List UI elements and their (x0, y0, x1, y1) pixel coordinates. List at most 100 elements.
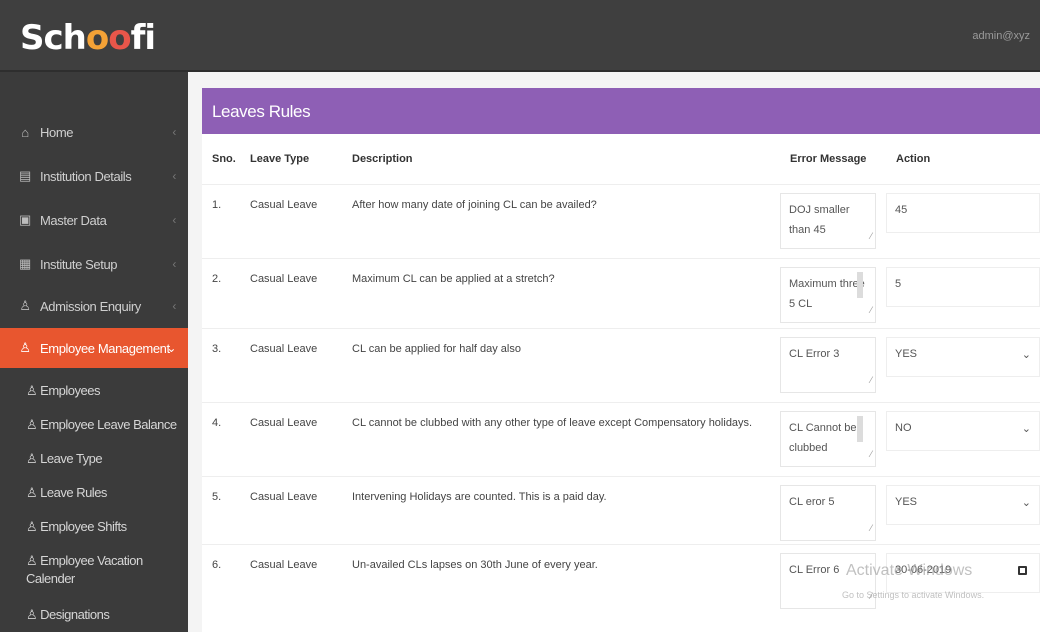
leave-type-cell: Casual Leave (240, 257, 342, 328)
user-icon: ♙ (26, 417, 38, 432)
panel-title: Leaves Rules (202, 88, 1040, 134)
description-cell: CL cannot be clubbed with any other type… (342, 401, 780, 476)
leave-type-cell: Casual Leave (240, 475, 342, 544)
column-header: Action (896, 152, 931, 165)
leave-type-cell: Casual Leave (240, 543, 342, 624)
sidebar-item-home[interactable]: ⌂ Home ‹ (0, 112, 188, 152)
chevron-down-icon: ⌄ (1021, 496, 1031, 509)
sidebar-item-institution-details[interactable]: ▤ Institution Details ‹ (0, 156, 188, 196)
action-value: 45 (895, 203, 908, 216)
leave-rules-panel: Leaves Rules Sno. Leave Type Description Er… (202, 88, 1040, 632)
action-select[interactable]: YES ⌄ (886, 484, 1040, 525)
settings-icon: ▦ (19, 256, 31, 271)
sidebar-subitem-label: Employee Leave Balance (40, 417, 177, 432)
error-message-cell: CL Error 3 ⁄ (780, 327, 886, 402)
leave-type-cell: Casual Leave (240, 401, 342, 476)
sidebar: ⌂ Home ‹ ▤ Institution Details ‹ ▣ Master Data ‹… (0, 72, 188, 632)
sidebar-subitem-employee-vacation-calender[interactable]: ♙ Employee Vacation Calender (0, 552, 188, 588)
sidebar-item-institute-setup[interactable]: ▦ Institute Setup ‹ (0, 244, 188, 284)
leave-type-cell: Casual Leave (240, 183, 342, 258)
error-message-cell: Maximum three 5 CL ⁄ (780, 257, 886, 328)
action-cell: YES ⌄ (886, 475, 1040, 544)
sidebar-item-label: Institute Setup (40, 256, 118, 272)
action-input[interactable]: 5 (886, 266, 1040, 307)
sidebar-subitem-leave-type[interactable]: ♙ Leave Type (0, 450, 188, 468)
user-icon: ♙ (26, 607, 38, 622)
sno-cell: 3. (202, 327, 240, 402)
action-select[interactable]: YES ⌄ (886, 336, 1040, 377)
sidebar-item-label: Employee Management (40, 340, 170, 356)
sidebar-subitem-employees[interactable]: ♙ Employees (0, 382, 188, 400)
error-message-text: CL eror 5 (789, 495, 835, 508)
error-message-textarea[interactable]: CL Cannot be clubbed ⁄ (780, 410, 876, 467)
sno-cell: 2. (202, 257, 240, 328)
app-logo[interactable]: Schoofi (20, 18, 156, 58)
resize-grip-icon[interactable]: ⁄ (870, 300, 872, 320)
chevron-left-icon: ‹ (172, 257, 176, 271)
user-icon: ♙ (19, 298, 31, 313)
table-row: 4. Casual Leave CL cannot be clubbed with … (202, 401, 1040, 476)
error-message-textarea[interactable]: DOJ smaller than 45 ⁄ (780, 192, 876, 249)
sidebar-item-label: Master Data (40, 212, 107, 228)
column-header: Error Message (790, 152, 867, 165)
activate-windows-hint: Go to Settings to activate Windows. (842, 590, 985, 600)
sidebar-subitem-employee-shifts[interactable]: ♙ Employee Shifts (0, 518, 188, 536)
main-content: Leaves Rules Sno. Leave Type Description Er… (188, 72, 1040, 632)
error-message-cell: CL eror 5 ⁄ (780, 475, 886, 544)
chevron-down-icon: ⌄ (166, 341, 176, 355)
sno-cell: 6. (202, 543, 240, 624)
sidebar-subitem-designations[interactable]: ♙ Designations (0, 606, 188, 624)
resize-grip-icon[interactable]: ⁄ (870, 444, 872, 464)
user-icon: ♙ (26, 451, 38, 466)
sidebar-item-employee-management[interactable]: ♙ Employee Management ⌄ (0, 328, 188, 368)
chevron-down-icon: ⌄ (1021, 348, 1031, 361)
column-header: Sno. (212, 152, 236, 165)
sidebar-subitem-leave-rules[interactable]: ♙ Leave Rules (0, 484, 188, 502)
action-cell: 45 (886, 183, 1040, 258)
action-cell: NO ⌄ (886, 401, 1040, 476)
action-value: YES (895, 347, 918, 360)
description-cell: CL can be applied for half day also (342, 327, 780, 402)
error-message-textarea[interactable]: CL eror 5 ⁄ (780, 484, 876, 541)
resize-grip-icon[interactable]: ⁄ (870, 226, 872, 246)
error-message-cell: DOJ smaller than 45 ⁄ (780, 183, 886, 258)
user-menu[interactable]: admin@xyz (972, 30, 1030, 42)
resize-grip-icon[interactable]: ⁄ (870, 518, 872, 538)
action-value: YES (895, 495, 918, 508)
sidebar-item-label: Home (40, 124, 74, 140)
textarea-scrollbar[interactable] (857, 415, 863, 442)
table-icon: ▣ (19, 212, 31, 227)
sidebar-subitem-label: Leave Rules (40, 485, 107, 500)
description-cell: After how many date of joining CL can be… (342, 183, 780, 258)
resize-grip-icon[interactable]: ⁄ (870, 370, 872, 390)
textarea-scrollbar[interactable] (857, 271, 863, 298)
calendar-icon[interactable] (1018, 565, 1027, 575)
sidebar-item-master-data[interactable]: ▣ Master Data ‹ (0, 200, 188, 240)
user-icon: ♙ (26, 485, 38, 500)
sno-cell: 1. (202, 183, 240, 258)
sidebar-item-label: Admission Enquiry (40, 298, 141, 314)
sno-cell: 5. (202, 475, 240, 544)
sidebar-subitem-label: Employee Vacation Calender (26, 553, 143, 586)
error-message-text: CL Error 3 (789, 347, 840, 360)
sidebar-subitem-employee-leave-balance[interactable]: ♙ Employee Leave Balance (0, 416, 188, 434)
error-message-textarea[interactable]: CL Error 3 ⁄ (780, 336, 876, 393)
error-message-text: Maximum three 5 CL (789, 277, 865, 310)
sidebar-item-admission-enquiry[interactable]: ♙ Admission Enquiry ‹ (0, 286, 188, 326)
error-message-textarea[interactable]: CL Error 6 ⁄ (780, 552, 876, 609)
chevron-left-icon: ‹ (172, 213, 176, 227)
column-header: Description (352, 152, 413, 165)
error-message-textarea[interactable]: Maximum three 5 CL ⁄ (780, 266, 876, 323)
user-icon: ♙ (26, 383, 38, 398)
table-row: 1. Casual Leave After how many date of joi… (202, 183, 1040, 258)
action-input[interactable]: 45 (886, 192, 1040, 233)
table-row: 5. Casual Leave Intervening Holidays are c… (202, 475, 1040, 544)
error-message-cell: CL Cannot be clubbed ⁄ (780, 401, 886, 476)
sidebar-subitem-label: Leave Type (40, 451, 103, 466)
home-icon: ⌂ (21, 124, 29, 140)
action-select[interactable]: NO ⌄ (886, 410, 1040, 451)
top-bar: Schoofi admin@xyz (0, 0, 1040, 72)
column-header: Leave Type (250, 152, 310, 165)
error-message-text: CL Error 6 (789, 563, 840, 576)
table-row: 2. Casual Leave Maximum CL can be applied … (202, 257, 1040, 328)
